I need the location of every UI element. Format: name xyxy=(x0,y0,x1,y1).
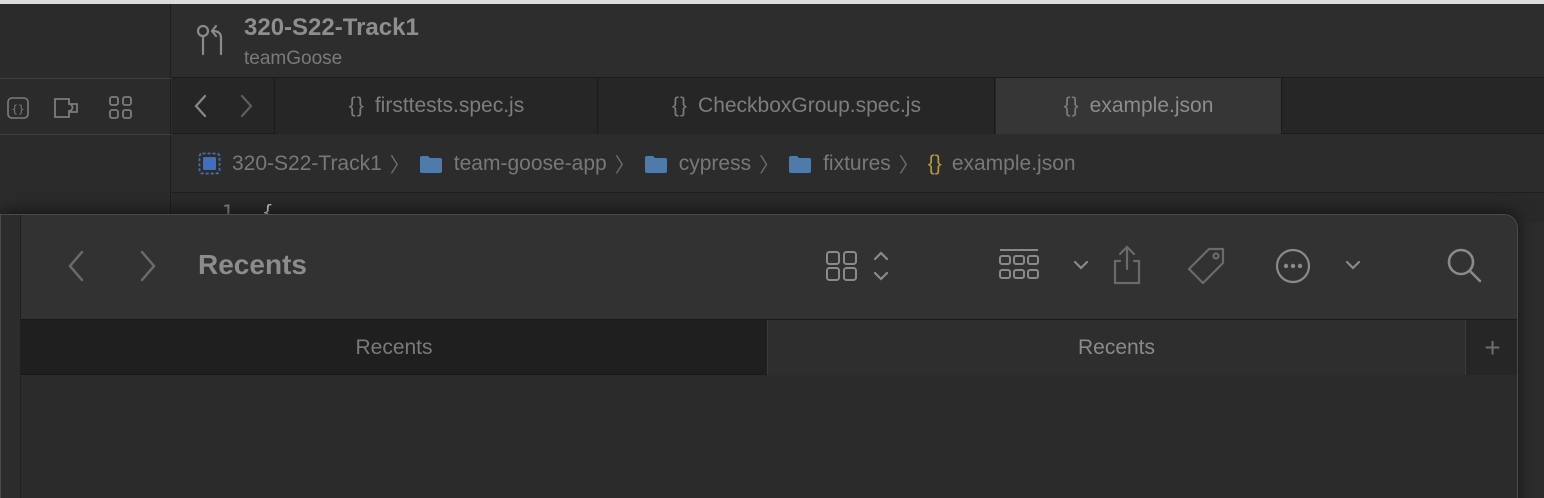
breadcrumb: 320-S22-Track1 〉 team-goose-app 〉 cypres… xyxy=(172,135,1544,193)
breadcrumb-separator-icon: 〉 xyxy=(614,155,635,177)
grid-icon[interactable] xyxy=(108,95,134,121)
tab-checkboxgroup[interactable]: {} CheckboxGroup.spec.js xyxy=(599,78,995,134)
share-icon[interactable] xyxy=(1109,243,1145,287)
json-braces-icon: {} xyxy=(672,94,689,117)
source-control-branch-icon[interactable] xyxy=(194,22,230,60)
finder-sidebar-edge xyxy=(1,215,21,498)
forward-button[interactable] xyxy=(133,247,163,285)
json-braces-icon: {} xyxy=(348,94,365,117)
breadcrumb-item-example-json[interactable]: {} example.json xyxy=(928,152,1076,176)
folder-icon xyxy=(789,155,812,173)
breadcrumb-item-team-goose-app[interactable]: team-goose-app 〉 xyxy=(419,149,644,178)
finder-tab-recents[interactable]: Recents xyxy=(21,320,767,375)
breadcrumb-label: cypress xyxy=(678,151,752,175)
svg-text:{}: {} xyxy=(11,103,24,116)
breadcrumb-separator-icon: 〉 xyxy=(389,155,410,177)
team-name: teamGoose xyxy=(244,48,343,69)
more-actions-button[interactable] xyxy=(1273,245,1369,287)
view-mode-button[interactable] xyxy=(821,245,895,287)
back-button[interactable] xyxy=(61,247,91,285)
plugin-icon[interactable] xyxy=(52,95,86,121)
folder-icon xyxy=(644,155,667,173)
finder-content-area[interactable] xyxy=(21,375,1517,498)
chevron-left-icon[interactable] xyxy=(193,93,209,119)
grid-view-icon xyxy=(826,251,857,281)
snippets-icon[interactable]: {} xyxy=(6,96,30,120)
project-icon xyxy=(198,152,221,175)
folder-icon xyxy=(419,155,442,173)
tab-label: CheckboxGroup.spec.js xyxy=(698,94,921,117)
tab-example-json[interactable]: {} example.json xyxy=(996,78,1282,134)
tab-label: example.json xyxy=(1089,94,1214,117)
group-by-button[interactable] xyxy=(997,245,1097,287)
finder-tab-recents-active[interactable]: Recents xyxy=(767,320,1465,375)
breadcrumb-separator-icon: 〉 xyxy=(898,155,919,177)
navigator-divider xyxy=(0,78,171,79)
json-braces-icon: {} xyxy=(1063,94,1080,117)
editor-tab-bar: {} firsttests.spec.js {} CheckboxGroup.s… xyxy=(172,78,1544,134)
breadcrumb-label: team-goose-app xyxy=(453,151,607,175)
breadcrumb-label: 320-S22-Track1 xyxy=(232,151,382,175)
search-icon[interactable] xyxy=(1445,245,1485,287)
tab-firsttests[interactable]: {} firsttests.spec.js xyxy=(276,78,598,134)
breadcrumb-label: example.json xyxy=(951,151,1076,175)
breadcrumb-item-cypress[interactable]: cypress 〉 xyxy=(644,149,788,178)
json-icon: {} xyxy=(927,151,942,175)
finder-window: Recents Recents Recents + xyxy=(0,214,1518,498)
tab-label: Recents xyxy=(1077,335,1156,359)
project-header: 320-S22-Track1 teamGoose xyxy=(172,4,1544,78)
finder-toolbar: Recents xyxy=(21,215,1517,319)
tab-label: Recents xyxy=(355,335,433,359)
add-tab-button[interactable]: + xyxy=(1465,320,1517,375)
chevron-right-icon[interactable] xyxy=(238,93,254,119)
finder-tab-bar: Recents Recents + xyxy=(21,319,1517,375)
tab-label: firsttests.spec.js xyxy=(374,94,525,117)
plus-icon: + xyxy=(1484,331,1501,363)
breadcrumb-item-fixtures[interactable]: fixtures 〉 xyxy=(788,149,928,178)
breadcrumb-label: fixtures xyxy=(823,151,891,175)
history-navigation xyxy=(172,78,275,134)
breadcrumb-separator-icon: 〉 xyxy=(759,155,780,177)
tag-icon[interactable] xyxy=(1185,245,1229,289)
window-title: Recents xyxy=(198,249,307,280)
navigator-divider xyxy=(0,134,171,135)
project-title: 320-S22-Track1 xyxy=(244,14,419,41)
breadcrumb-item-project[interactable]: 320-S22-Track1 〉 xyxy=(198,149,419,178)
library-icons: {} xyxy=(0,82,171,134)
